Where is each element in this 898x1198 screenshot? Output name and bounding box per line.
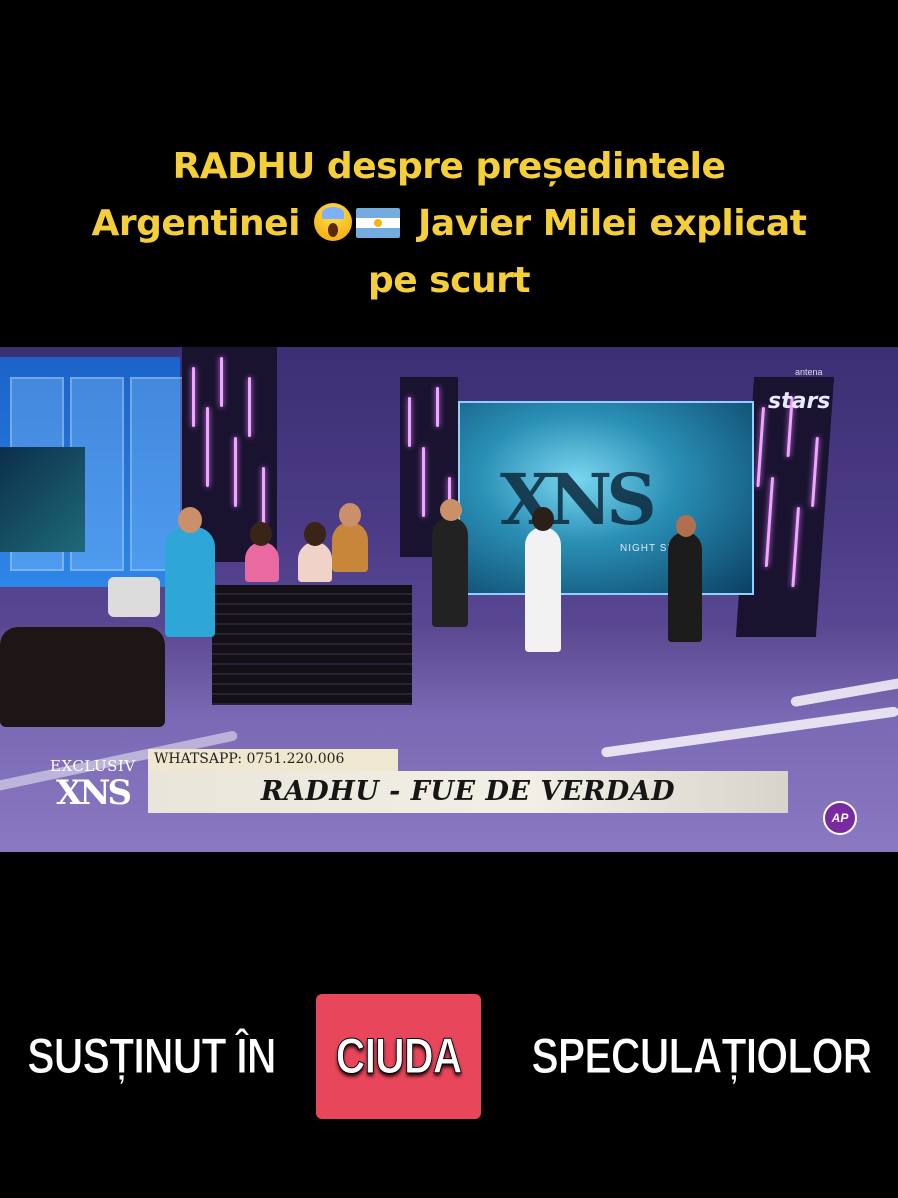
argentina-flag-icon	[355, 208, 400, 238]
ap-badge: AP	[823, 801, 857, 835]
caption-line-2: Argentinei Javier Milei explicat	[0, 195, 898, 252]
side-screen	[0, 447, 85, 552]
host-desk	[212, 585, 412, 705]
person-guest	[332, 522, 368, 572]
whatsapp-number: WHATSAPP: 0751.220.006	[154, 751, 345, 767]
person-host	[165, 527, 215, 637]
screen-logo: XNS	[500, 458, 657, 541]
person-drummer	[668, 532, 702, 642]
person-singer	[525, 527, 561, 652]
person-head	[339, 503, 361, 527]
caption-line-2-end: Javier Milei explicat	[418, 203, 807, 244]
caption-line-2-start: Argentinei	[91, 203, 301, 244]
person-head	[676, 515, 696, 537]
channel-logo: stars	[768, 389, 831, 414]
person-head	[250, 522, 272, 546]
person-guest	[298, 542, 332, 582]
person-head	[532, 507, 554, 531]
studio-screen: XNS NIGHT SHOW	[458, 401, 754, 595]
caption-line-1: RADHU despre președintele	[172, 146, 726, 187]
floor-light-strip	[790, 676, 898, 708]
person-saxophonist	[432, 517, 468, 627]
segment-title: RADHU - FUE DE VERDAD	[260, 776, 676, 807]
caption-word-1: SUSȚINUT ÎN	[27, 1028, 277, 1085]
caption-highlight-word: CIUDA	[335, 1028, 462, 1085]
bottom-caption: SUSȚINUT ÎN CIUDA SPECULAȚIOLOR	[0, 994, 898, 1119]
show-logo: XNS	[56, 773, 132, 813]
caption-line-3: pe scurt	[367, 260, 531, 301]
person-head	[178, 507, 202, 533]
caption-highlight-box: CIUDA	[315, 994, 482, 1119]
network-logo: antena	[795, 367, 823, 377]
face-screaming-icon	[313, 203, 352, 241]
lower-third: EXCLUSIV XNS WHATSAPP: 0751.220.006 RADH…	[30, 745, 800, 817]
caption-word-3: SPECULAȚIOLOR	[531, 1028, 873, 1085]
sofa	[0, 627, 165, 727]
exclusiv-box: EXCLUSIV XNS	[38, 753, 150, 813]
video-frame[interactable]: XNS NIGHT SHOW antena stars EXCLUSIV XNS…	[0, 347, 898, 852]
person-guest	[245, 542, 279, 582]
person-head	[440, 499, 462, 521]
title-bar: RADHU - FUE DE VERDAD	[148, 771, 788, 813]
whatsapp-bar: WHATSAPP: 0751.220.006	[148, 749, 398, 771]
chair	[108, 577, 160, 617]
person-head	[304, 522, 326, 546]
top-caption: RADHU despre președintele Argentinei Jav…	[0, 138, 898, 309]
